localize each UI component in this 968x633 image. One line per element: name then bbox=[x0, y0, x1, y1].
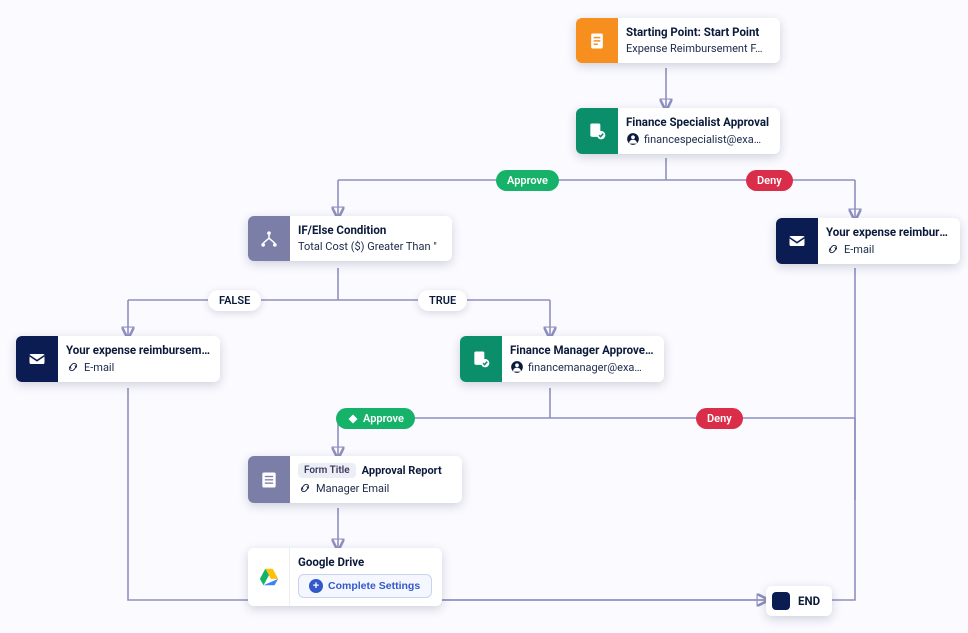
mail-icon bbox=[16, 336, 58, 382]
node-deny-email[interactable]: Your expense reimbursement… E-mail bbox=[776, 218, 960, 264]
tag-icon bbox=[347, 413, 359, 425]
node-subtitle: financemanager@exa… bbox=[528, 361, 642, 374]
node-ifelse[interactable]: IF/Else Condition Total Cost ($) Greater… bbox=[248, 216, 452, 261]
badge-true: TRUE bbox=[418, 290, 467, 311]
badge-approve-1: Approve bbox=[496, 170, 559, 191]
node-false-email[interactable]: Your expense reimbursement… E-mail bbox=[16, 336, 220, 382]
node-title: Your expense reimbursement… bbox=[66, 343, 210, 357]
branch-icon bbox=[248, 216, 290, 261]
node-title: Starting Point: Start Point bbox=[626, 25, 770, 39]
approval-icon bbox=[460, 336, 502, 382]
node-subtitle: Manager Email bbox=[316, 482, 389, 495]
node-google-drive[interactable]: Google Drive + Complete Settings bbox=[248, 548, 442, 606]
node-subtitle: financespecialist@exa… bbox=[644, 133, 761, 146]
node-title: IF/Else Condition bbox=[298, 223, 442, 237]
node-end[interactable]: END bbox=[766, 586, 832, 616]
link-icon bbox=[826, 242, 840, 256]
plus-icon: + bbox=[309, 579, 323, 593]
spreadsheet-icon bbox=[248, 456, 290, 503]
node-title: Your expense reimbursement… bbox=[826, 225, 950, 239]
node-finance-manager[interactable]: Finance Manager Approve & … financemanag… bbox=[460, 336, 664, 382]
badge-deny-2: Deny bbox=[696, 408, 743, 429]
link-icon bbox=[298, 481, 312, 495]
google-drive-icon bbox=[248, 548, 290, 606]
link-icon bbox=[66, 360, 80, 374]
node-title: Google Drive bbox=[298, 555, 432, 569]
node-subtitle: Total Cost ($) Greater Than " bbox=[298, 240, 442, 253]
document-icon bbox=[576, 18, 618, 63]
badge-deny-1: Deny bbox=[746, 170, 793, 191]
badge-approve-2: Approve bbox=[336, 408, 415, 429]
approval-icon bbox=[576, 108, 618, 154]
end-label: END bbox=[798, 594, 820, 608]
node-approval-report[interactable]: Form Title Approval Report Manager Email bbox=[248, 456, 462, 503]
form-title-value: Approval Report bbox=[362, 464, 442, 477]
node-subtitle: E-mail bbox=[84, 361, 114, 374]
complete-settings-button[interactable]: + Complete Settings bbox=[298, 574, 432, 598]
node-title: Finance Specialist Approval bbox=[626, 115, 770, 129]
end-icon bbox=[772, 592, 790, 610]
workflow-canvas[interactable]: Starting Point: Start Point Expense Reim… bbox=[0, 0, 968, 633]
node-subtitle: Expense Reimbursement F… bbox=[626, 42, 770, 55]
user-icon bbox=[510, 360, 524, 374]
badge-false: FALSE bbox=[208, 290, 261, 311]
node-finance-specialist[interactable]: Finance Specialist Approval financespeci… bbox=[576, 108, 780, 154]
connector-lines bbox=[0, 0, 968, 633]
user-icon bbox=[626, 132, 640, 146]
node-title: Finance Manager Approve & … bbox=[510, 343, 654, 357]
node-subtitle: E-mail bbox=[844, 243, 874, 256]
form-title-tag: Form Title bbox=[298, 463, 356, 478]
mail-icon bbox=[776, 218, 818, 264]
node-start[interactable]: Starting Point: Start Point Expense Reim… bbox=[576, 18, 780, 63]
